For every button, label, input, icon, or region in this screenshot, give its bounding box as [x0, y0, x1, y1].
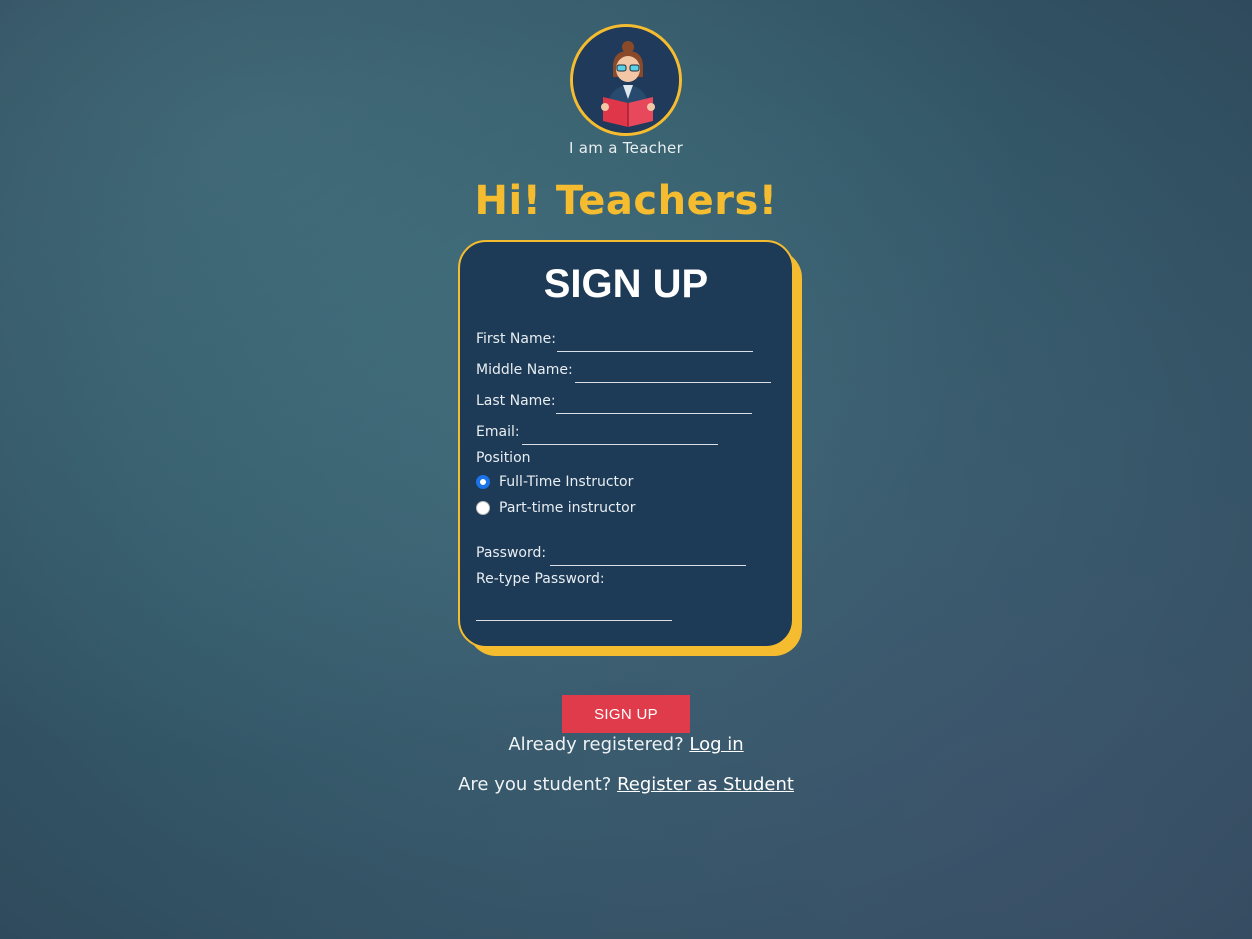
login-link[interactable]: Log in — [689, 734, 743, 755]
middle-name-label: Middle Name: — [476, 362, 573, 378]
radio-label: Full-Time Instructor — [499, 474, 634, 490]
signup-card: SIGN UP First Name: Middle Name: Last Na… — [458, 240, 794, 648]
student-prompt: Are you student? — [458, 774, 612, 795]
signup-button[interactable]: SIGN UP — [562, 695, 690, 733]
teacher-avatar-icon — [570, 24, 682, 136]
position-label: Position — [476, 450, 531, 466]
page-greeting: Hi! Teachers! — [474, 178, 778, 224]
first-name-field[interactable] — [557, 351, 753, 352]
retype-password-field[interactable] — [476, 620, 672, 621]
position-option-part-time[interactable]: Part-time instructor — [476, 500, 635, 516]
radio-button[interactable] — [476, 501, 490, 515]
retype-password-label: Re-type Password: — [476, 571, 605, 587]
middle-name-field[interactable] — [575, 382, 771, 383]
first-name-label: First Name: — [476, 331, 556, 347]
email-label: Email: — [476, 424, 520, 440]
radio-label: Part-time instructor — [499, 500, 636, 516]
form-title: SIGN UP — [543, 262, 709, 306]
last-name-field[interactable] — [556, 413, 752, 414]
email-field[interactable] — [522, 444, 718, 445]
login-prompt: Already registered? — [508, 734, 684, 755]
radio-button[interactable] — [476, 475, 490, 489]
register-student-link[interactable]: Register as Student — [617, 774, 794, 795]
login-row: Already registered? Log in — [0, 734, 1252, 755]
password-label: Password: — [476, 545, 547, 561]
password-field[interactable] — [550, 565, 746, 566]
last-name-label: Last Name: — [476, 393, 556, 409]
role-caption: I am a Teacher — [568, 139, 684, 157]
position-option-full-time[interactable]: Full-Time Instructor — [476, 474, 633, 490]
student-row: Are you student? Register as Student — [0, 774, 1252, 795]
